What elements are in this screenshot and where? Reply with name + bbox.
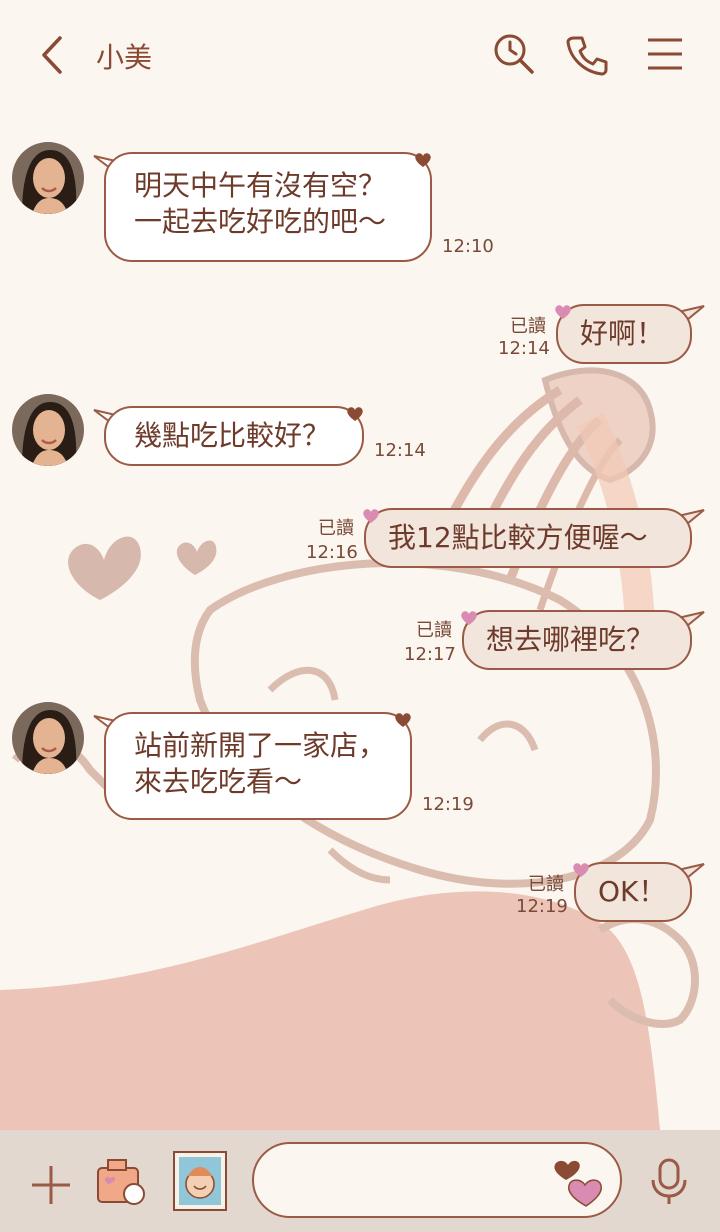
back-icon (42, 36, 62, 74)
message-time: 12:19 (516, 896, 568, 917)
heart-icon (363, 509, 379, 523)
read-receipt: 已讀 (416, 620, 452, 641)
message-time: 12:14 (498, 338, 550, 359)
back-button[interactable] (30, 30, 80, 80)
heart-icon (461, 611, 477, 625)
menu-button[interactable] (642, 30, 690, 78)
contact-name: 小美 (96, 41, 153, 74)
read-receipt: 已讀 (318, 518, 354, 539)
message-bubble-outgoing[interactable]: OK！ (574, 862, 692, 922)
contact-avatar[interactable] (12, 702, 84, 774)
message-input-box[interactable] (252, 1142, 622, 1218)
heart-icon (395, 713, 411, 727)
mic-icon[interactable] (646, 1156, 692, 1208)
photo-icon[interactable] (172, 1150, 228, 1212)
message-time: 12:16 (306, 542, 358, 563)
message-bubble-incoming[interactable]: 幾點吃比較好？ (104, 406, 364, 466)
sticker-icon[interactable] (550, 1154, 606, 1210)
message-bubble-outgoing[interactable]: 我12點比較方便喔～ (364, 508, 692, 568)
avatar-photo (12, 702, 84, 774)
search-icon (494, 34, 534, 74)
heart-icon (573, 863, 589, 877)
contact-avatar[interactable] (12, 142, 84, 214)
phone-icon (566, 36, 608, 76)
message-input[interactable] (278, 1144, 562, 1218)
contact-avatar[interactable] (12, 394, 84, 466)
heart-icon (555, 305, 571, 319)
message-bubble-outgoing[interactable]: 好啊！ (556, 304, 692, 364)
chat-header: 小美 (0, 0, 720, 106)
message-bubble-incoming[interactable]: 明天中午有沒有空？ 一起去吃好吃的吧～ (104, 152, 432, 262)
search-button[interactable] (490, 30, 538, 78)
read-receipt: 已讀 (528, 874, 564, 895)
message-time: 12:17 (404, 644, 456, 665)
composer-bar (0, 1130, 720, 1232)
message-time: 12:14 (374, 440, 426, 461)
read-receipt: 已讀 (510, 316, 546, 337)
camera-icon[interactable] (94, 1154, 150, 1210)
call-button[interactable] (564, 30, 612, 78)
plus-icon[interactable] (28, 1162, 74, 1208)
menu-icon (648, 38, 682, 70)
heart-icon (347, 407, 363, 421)
message-bubble-outgoing[interactable]: 想去哪裡吃？ (462, 610, 692, 670)
message-time: 12:19 (422, 794, 474, 815)
avatar-photo (12, 394, 84, 466)
avatar-photo (12, 142, 84, 214)
message-time: 12:10 (442, 236, 494, 257)
message-bubble-incoming[interactable]: 站前新開了一家店， 來去吃吃看～ (104, 712, 412, 820)
heart-icon (415, 153, 431, 167)
chat-screen: 小美 明天中午有沒有空？ 一起去吃好吃的吧～ 12:10 已讀 12:14 好啊… (0, 0, 720, 1232)
